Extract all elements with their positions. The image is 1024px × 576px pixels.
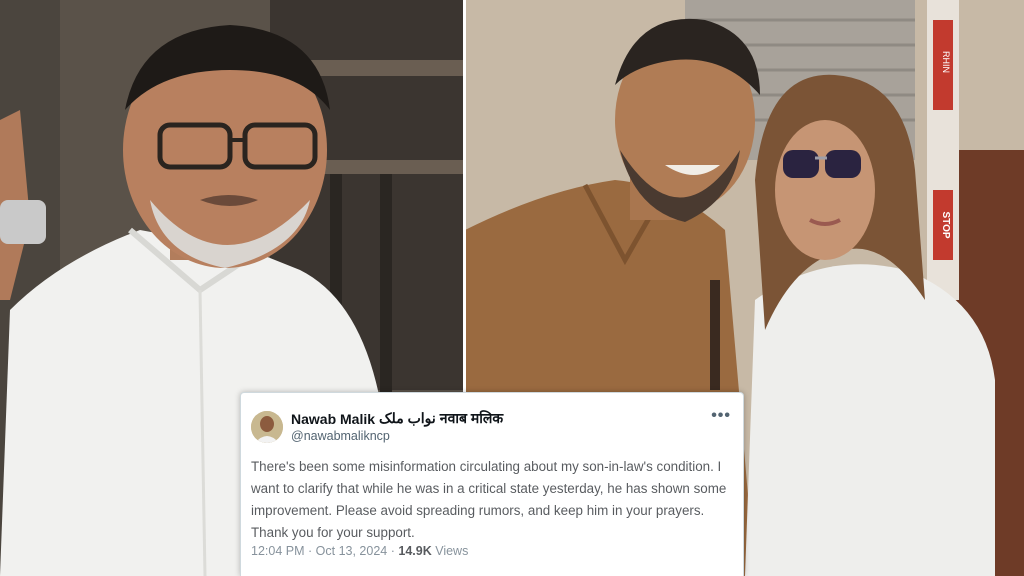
author-handle[interactable]: @nawabmalikncp xyxy=(291,429,390,443)
tweet-meta: 12:04 PM · Oct 13, 2024 · 14.9K Views xyxy=(251,544,468,558)
author-name-row[interactable]: Nawab Malik نواب ملک नवाब मलिक xyxy=(291,409,503,428)
author-name-hindi[interactable]: नवाब मलिक xyxy=(440,409,503,428)
tweet-time[interactable]: 12:04 PM xyxy=(251,544,305,558)
author-avatar[interactable] xyxy=(251,411,283,443)
tweet-text: There's been some misinformation circula… xyxy=(251,459,727,540)
meta-separator: · xyxy=(308,544,313,558)
author-name-urdu[interactable]: نواب ملک xyxy=(379,410,436,427)
meta-separator: · xyxy=(390,544,395,558)
more-horizontal-icon[interactable]: ••• xyxy=(711,407,731,425)
sign-text-top: RHIN xyxy=(941,51,951,73)
views-count: 14.9K xyxy=(398,544,432,558)
tweet-date[interactable]: Oct 13, 2024 xyxy=(316,544,388,558)
views-label: Views xyxy=(435,544,469,558)
sign-text-bottom: STOP xyxy=(940,211,951,238)
tweet-card[interactable]: Nawab Malik نواب ملک नवाब मलिक @nawabmal… xyxy=(240,392,744,576)
author-name[interactable]: Nawab Malik xyxy=(291,411,375,427)
